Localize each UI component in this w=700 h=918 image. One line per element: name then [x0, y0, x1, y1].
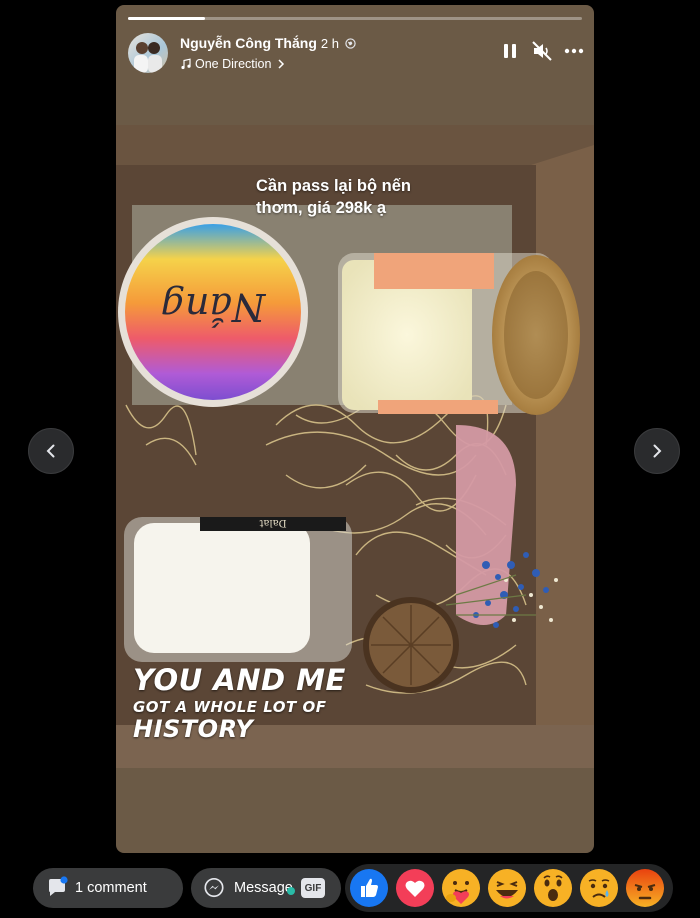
tin-label: Nắng	[161, 285, 267, 329]
care-icon	[442, 869, 480, 907]
muted-speaker-icon	[532, 41, 552, 61]
angry-icon	[626, 869, 664, 907]
mute-button[interactable]	[530, 39, 554, 63]
comment-label: 1 comment	[75, 880, 147, 896]
music-attribution[interactable]: One Direction	[180, 57, 288, 71]
music-artist: One Direction	[195, 57, 272, 71]
like-reaction[interactable]	[349, 868, 389, 908]
comment-button[interactable]: 1 comment	[33, 868, 183, 908]
online-dot-icon	[287, 887, 295, 895]
author-name[interactable]: Nguyễn Công Thắng	[180, 35, 317, 51]
wow-icon	[534, 869, 572, 907]
love-reaction[interactable]	[395, 868, 435, 908]
sad-reaction[interactable]	[579, 868, 619, 908]
previous-story-button[interactable]	[28, 428, 74, 474]
next-story-button[interactable]	[634, 428, 680, 474]
comment-icon	[49, 876, 68, 896]
story-progress-fill	[128, 17, 206, 20]
author-line: Nguyễn Công Thắng 2 h	[180, 35, 356, 51]
lyric-line: HISTORY	[133, 715, 254, 743]
reaction-bar	[345, 864, 673, 912]
avatar-photo-icon	[134, 42, 162, 73]
wow-reaction[interactable]	[533, 868, 573, 908]
story-progress-bar	[128, 17, 582, 20]
more-options-button[interactable]	[562, 39, 586, 63]
message-label: Message	[234, 880, 293, 896]
pause-icon	[504, 44, 516, 58]
chevron-right-icon	[278, 59, 285, 69]
haha-reaction[interactable]	[487, 868, 527, 908]
story-header: Nguyễn Công Thắng 2 h One Direction	[128, 33, 584, 77]
post-time: 2 h	[320, 36, 339, 51]
angry-reaction[interactable]	[625, 868, 665, 908]
music-note-icon	[181, 58, 191, 70]
chevron-left-icon	[46, 444, 55, 458]
caption-line: thơm, giá 298k ạ	[256, 199, 387, 217]
love-icon	[396, 869, 434, 907]
caption-line: Cần pass lại bộ nến	[256, 177, 411, 195]
lyric-line: YOU AND ME	[133, 663, 346, 697]
messenger-icon	[204, 878, 224, 898]
haha-icon	[488, 869, 526, 907]
message-button[interactable]: Message GIF	[191, 868, 341, 908]
lyric-line: GOT A WHOLE LOT OF	[133, 698, 327, 716]
story-caption: Cần pass lại bộ nến thơm, giá 298k ạ	[256, 175, 456, 219]
pause-button[interactable]	[498, 39, 522, 63]
like-icon	[350, 869, 388, 907]
story-card[interactable]: Nắng Dalat Nguyễn Công Thắng 2 h One Dir…	[116, 5, 594, 853]
globe-icon	[345, 38, 356, 49]
care-reaction[interactable]	[441, 868, 481, 908]
gif-button[interactable]: GIF	[301, 878, 325, 898]
chevron-right-icon	[653, 444, 662, 458]
sad-icon	[580, 869, 618, 907]
avatar[interactable]	[128, 33, 168, 73]
jar-label: Dalat	[259, 517, 286, 528]
more-icon	[564, 48, 584, 54]
gif-label: GIF	[304, 882, 322, 894]
